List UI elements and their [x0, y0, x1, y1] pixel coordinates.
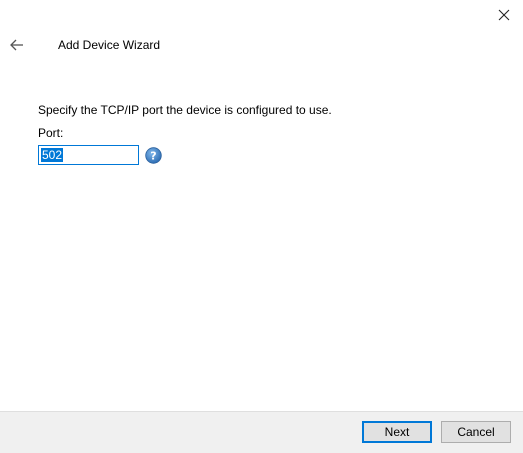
- next-button[interactable]: Next: [362, 421, 432, 443]
- wizard-window: Add Device Wizard Specify the TCP/IP por…: [0, 0, 523, 453]
- wizard-footer: Next Cancel: [0, 411, 523, 453]
- close-button[interactable]: [493, 4, 515, 26]
- wizard-title: Add Device Wizard: [58, 38, 161, 52]
- back-button[interactable]: [6, 35, 28, 55]
- help-button[interactable]: ?: [145, 147, 162, 164]
- instruction-text: Specify the TCP/IP port the device is co…: [38, 103, 332, 117]
- help-icon: ?: [145, 147, 162, 164]
- back-arrow-icon: [10, 39, 23, 51]
- port-value: 502: [41, 148, 64, 162]
- close-icon: [498, 9, 510, 21]
- cancel-button[interactable]: Cancel: [441, 421, 511, 443]
- svg-text:?: ?: [150, 150, 156, 163]
- port-label: Port:: [38, 126, 64, 140]
- port-input[interactable]: 502: [38, 145, 139, 165]
